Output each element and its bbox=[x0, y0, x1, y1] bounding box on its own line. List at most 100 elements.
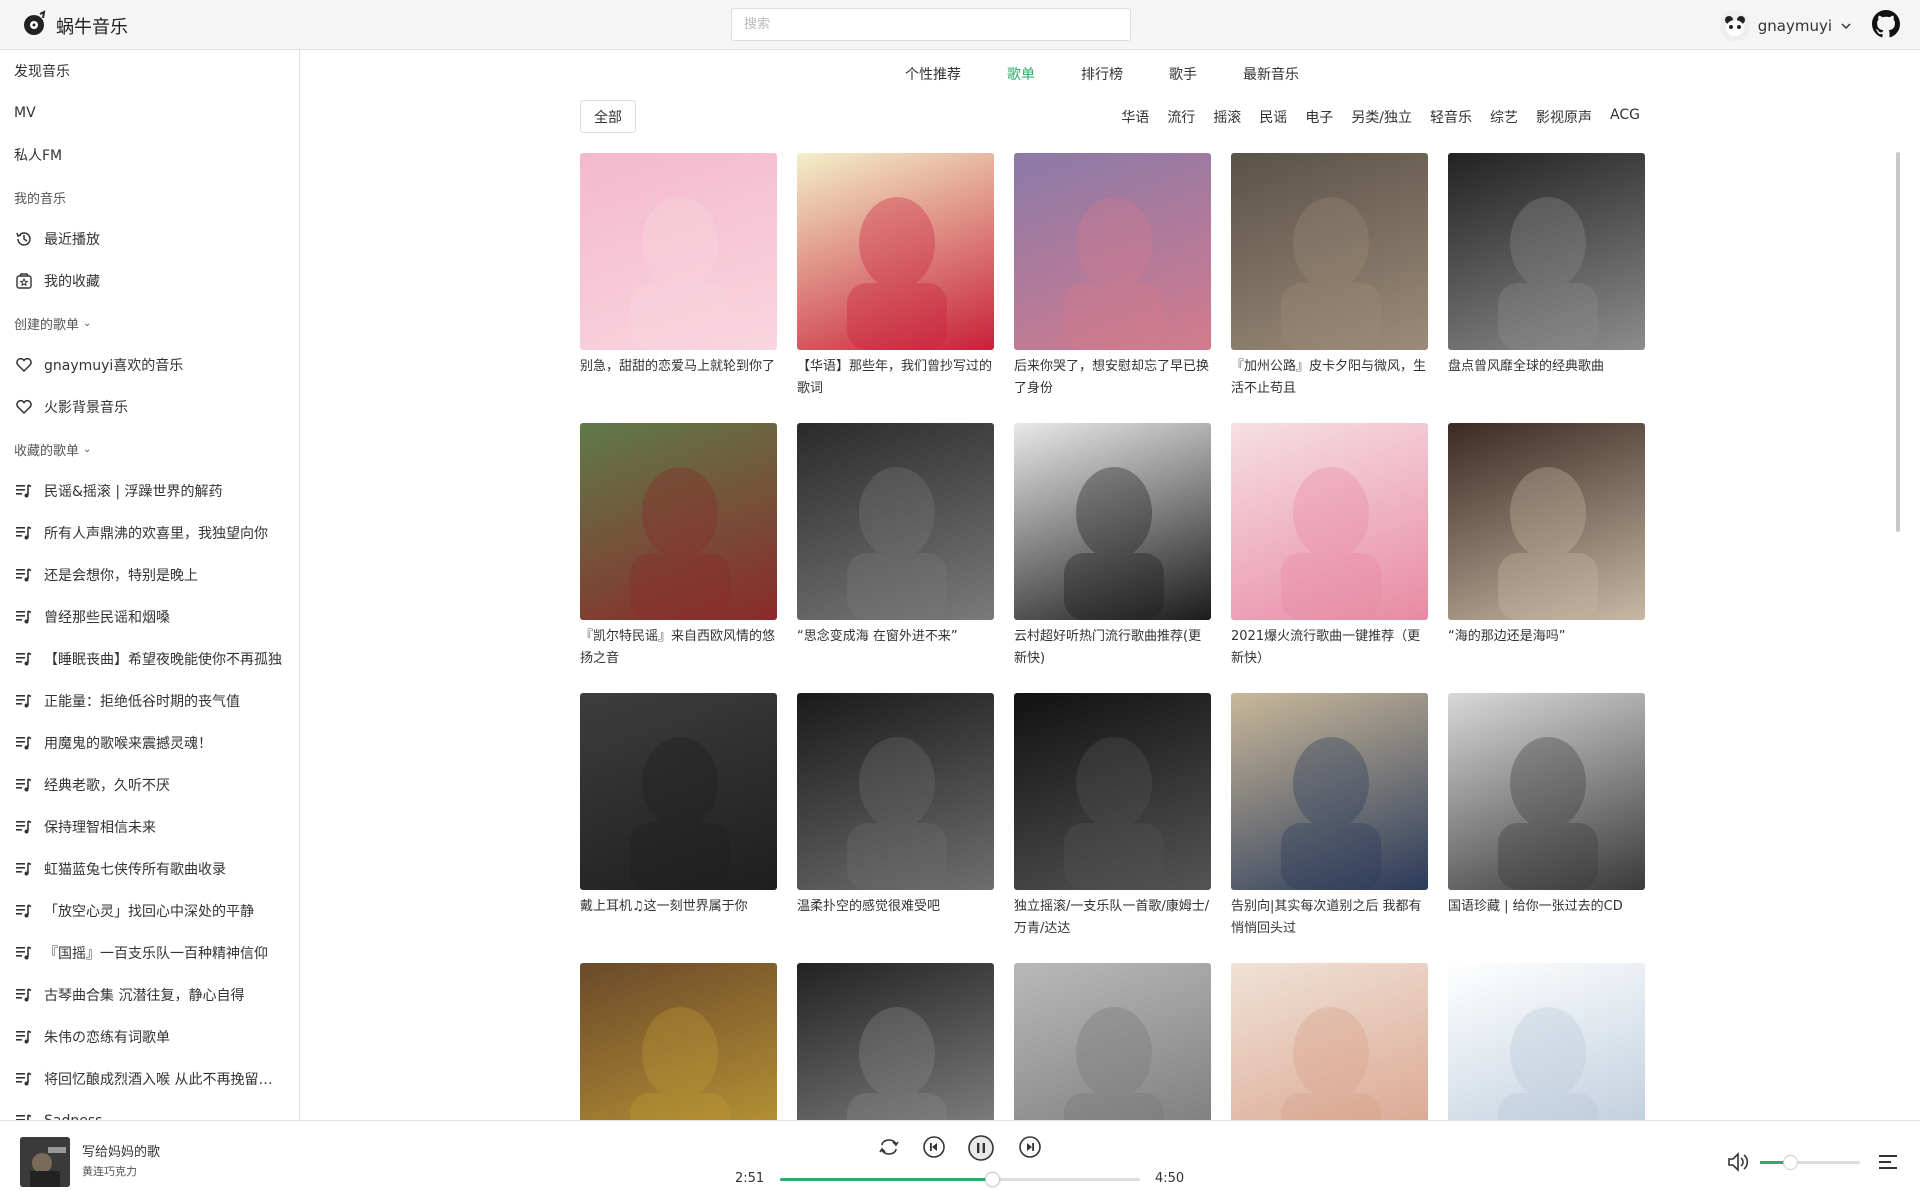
playlist-cover[interactable] bbox=[580, 423, 777, 620]
sidebar-item-collected-playlist[interactable]: 虹猫蓝兔七侠传所有歌曲收录 bbox=[0, 848, 299, 890]
avatar[interactable] bbox=[1719, 11, 1750, 41]
sidebar-item-created-playlist[interactable]: gnaymuyi喜欢的音乐 bbox=[0, 344, 299, 386]
now-playing-title[interactable]: 写给妈妈的歌 bbox=[82, 1141, 160, 1160]
playlist-card[interactable]: 温柔扑空的感觉很难受吧 bbox=[797, 693, 994, 940]
volume-slider[interactable] bbox=[1760, 1155, 1860, 1170]
progress-handle[interactable] bbox=[985, 1172, 1001, 1187]
sidebar-item-collected-playlist[interactable]: 用魔鬼的歌喉来震撼灵魂！ bbox=[0, 722, 299, 764]
playlist-title[interactable]: 2021爆火流行歌曲一键推荐（更新快） bbox=[1231, 626, 1428, 670]
playlist-cover[interactable] bbox=[580, 153, 777, 350]
playlist-card[interactable] bbox=[797, 963, 994, 1120]
playlist-card[interactable]: 『凯尔特民谣』来自西欧风情的悠扬之音 bbox=[580, 423, 777, 670]
playlist-cover[interactable] bbox=[1014, 423, 1211, 620]
playlist-card[interactable]: “海的那边还是海吗” bbox=[1448, 423, 1645, 670]
playlist-cover[interactable] bbox=[1448, 693, 1645, 890]
progress-slider[interactable] bbox=[780, 1172, 1140, 1187]
sidebar-heading-collected[interactable]: 收藏的歌单 ⌄ bbox=[0, 428, 299, 470]
playlist-cover[interactable] bbox=[580, 963, 777, 1120]
playlist-title[interactable]: 云村超好听热门流行歌曲推荐(更新快) bbox=[1014, 626, 1211, 670]
playlist-card[interactable]: “思念变成海 在窗外进不来” bbox=[797, 423, 994, 670]
category-link[interactable]: ACG bbox=[1610, 107, 1640, 127]
playlist-card[interactable] bbox=[580, 963, 777, 1120]
playlist-card[interactable]: 『加州公路』皮卡夕阳与微风，生活不止苟且 bbox=[1231, 153, 1428, 400]
sidebar-item-collected-playlist[interactable]: 曾经那些民谣和烟嗓 bbox=[0, 596, 299, 638]
playlist-title[interactable]: “思念变成海 在窗外进不来” bbox=[797, 626, 994, 670]
scrollbar[interactable] bbox=[1896, 152, 1900, 532]
category-link[interactable]: 电子 bbox=[1305, 107, 1333, 127]
playlist-title[interactable]: 别急，甜甜的恋爱马上就轮到你了 bbox=[580, 356, 777, 400]
playlist-card[interactable] bbox=[1231, 963, 1428, 1120]
playlist-cover[interactable] bbox=[797, 423, 994, 620]
sidebar-item-collected-playlist[interactable]: 保持理智相信未来 bbox=[0, 806, 299, 848]
now-playing-cover[interactable] bbox=[20, 1137, 70, 1187]
playlist-cover[interactable] bbox=[1231, 423, 1428, 620]
playlist-cover[interactable] bbox=[797, 693, 994, 890]
playlist-cover[interactable] bbox=[1231, 153, 1428, 350]
all-category-button[interactable]: 全部 bbox=[580, 100, 636, 133]
category-link[interactable]: 摇滚 bbox=[1213, 107, 1241, 127]
playlist-card[interactable]: 戴上耳机♫这一刻世界属于你 bbox=[580, 693, 777, 940]
sidebar-item-collected-playlist[interactable]: 经典老歌，久听不厌 bbox=[0, 764, 299, 806]
repeat-icon[interactable] bbox=[877, 1135, 901, 1159]
sidebar-item-discover[interactable]: 发现音乐 bbox=[0, 50, 299, 92]
playlist-card[interactable]: 告别向|其实每次道别之后 我都有悄悄回头过 bbox=[1231, 693, 1428, 940]
playlist-queue-icon[interactable] bbox=[1878, 1153, 1898, 1175]
playlist-card[interactable]: 【华语】那些年，我们曾抄写过的歌词 bbox=[797, 153, 994, 400]
sidebar-item-collected-playlist[interactable]: 还是会想你，特别是晚上 bbox=[0, 554, 299, 596]
playlist-card[interactable]: 别急，甜甜的恋爱马上就轮到你了 bbox=[580, 153, 777, 400]
playlist-card[interactable]: 后来你哭了，想安慰却忘了早已换了身份 bbox=[1014, 153, 1211, 400]
playlist-title[interactable]: “海的那边还是海吗” bbox=[1448, 626, 1645, 670]
tab-0[interactable]: 个性推荐 bbox=[897, 64, 969, 84]
sidebar-item-collected-playlist[interactable]: 古琴曲合集 沉潜往复，静心自得 bbox=[0, 974, 299, 1016]
sidebar-item-collected-playlist[interactable]: 【睡眠丧曲】希望夜晚能使你不再孤独 bbox=[0, 638, 299, 680]
tab-2[interactable]: 排行榜 bbox=[1073, 64, 1131, 84]
playlist-title[interactable]: 【华语】那些年，我们曾抄写过的歌词 bbox=[797, 356, 994, 400]
playlist-cover[interactable] bbox=[1448, 153, 1645, 350]
playlist-card[interactable]: 独立摇滚/一支乐队一首歌/康姆士/万青/达达 bbox=[1014, 693, 1211, 940]
sidebar-item-collected-playlist[interactable]: 将回忆酿成烈酒入喉 从此不再挽留不... bbox=[0, 1058, 299, 1100]
playlist-title[interactable]: 戴上耳机♫这一刻世界属于你 bbox=[580, 896, 777, 940]
playlist-title[interactable]: 告别向|其实每次道别之后 我都有悄悄回头过 bbox=[1231, 896, 1428, 940]
sidebar-item-collected-playlist[interactable]: 朱伟の恋练有词歌单 bbox=[0, 1016, 299, 1058]
user-menu[interactable]: gnaymuyi bbox=[1719, 11, 1852, 41]
playlist-card[interactable]: 2021爆火流行歌曲一键推荐（更新快） bbox=[1231, 423, 1428, 670]
sidebar-item-mv[interactable]: MV bbox=[0, 92, 299, 134]
category-link[interactable]: 民谣 bbox=[1259, 107, 1287, 127]
tab-3[interactable]: 歌手 bbox=[1161, 64, 1205, 84]
tab-4[interactable]: 最新音乐 bbox=[1235, 64, 1307, 84]
github-icon[interactable] bbox=[1872, 10, 1900, 42]
playlist-cover[interactable] bbox=[1231, 693, 1428, 890]
category-link[interactable]: 影视原声 bbox=[1536, 107, 1592, 127]
playlist-title[interactable]: 盘点曾风靡全球的经典歌曲 bbox=[1448, 356, 1645, 400]
playlist-cover[interactable] bbox=[1448, 423, 1645, 620]
playlist-card[interactable] bbox=[1448, 963, 1645, 1120]
playlist-cover[interactable] bbox=[1231, 963, 1428, 1120]
playlist-title[interactable]: 『加州公路』皮卡夕阳与微风，生活不止苟且 bbox=[1231, 356, 1428, 400]
playlist-card[interactable] bbox=[1014, 963, 1211, 1120]
category-link[interactable]: 另类/独立 bbox=[1351, 107, 1412, 127]
sidebar-item-recent[interactable]: 最近播放 bbox=[0, 218, 299, 260]
playlist-card[interactable]: 国语珍藏 | 给你一张过去的CD bbox=[1448, 693, 1645, 940]
playlist-card[interactable]: 盘点曾风靡全球的经典歌曲 bbox=[1448, 153, 1645, 400]
sidebar-item-fm[interactable]: 私人FM bbox=[0, 134, 299, 176]
playlist-cover[interactable] bbox=[580, 693, 777, 890]
sidebar-heading-created[interactable]: 创建的歌单 ⌄ bbox=[0, 302, 299, 344]
search-input[interactable] bbox=[731, 8, 1131, 41]
previous-track-icon[interactable] bbox=[922, 1135, 946, 1159]
sidebar-item-collected-playlist[interactable]: 民谣&摇滚 | 浮躁世界的解药 bbox=[0, 470, 299, 512]
playlist-card[interactable]: 云村超好听热门流行歌曲推荐(更新快) bbox=[1014, 423, 1211, 670]
volume-handle[interactable] bbox=[1783, 1155, 1798, 1170]
playlist-cover[interactable] bbox=[1448, 963, 1645, 1120]
app-logo[interactable]: 蜗牛音乐 bbox=[20, 10, 128, 42]
sidebar-item-favorites[interactable]: 我的收藏 bbox=[0, 260, 299, 302]
playlist-title[interactable]: 独立摇滚/一支乐队一首歌/康姆士/万青/达达 bbox=[1014, 896, 1211, 940]
chevron-down-icon[interactable] bbox=[1840, 17, 1852, 36]
sidebar-item-collected-playlist[interactable]: 『国摇』一百支乐队一百种精神信仰 bbox=[0, 932, 299, 974]
playlist-cover[interactable] bbox=[1014, 153, 1211, 350]
category-link[interactable]: 华语 bbox=[1121, 107, 1149, 127]
playlist-title[interactable]: 后来你哭了，想安慰却忘了早已换了身份 bbox=[1014, 356, 1211, 400]
sidebar-item-collected-playlist[interactable]: 所有人声鼎沸的欢喜里，我独望向你 bbox=[0, 512, 299, 554]
category-link[interactable]: 流行 bbox=[1167, 107, 1195, 127]
tab-1[interactable]: 歌单 bbox=[999, 64, 1043, 84]
playlist-title[interactable]: 国语珍藏 | 给你一张过去的CD bbox=[1448, 896, 1645, 940]
